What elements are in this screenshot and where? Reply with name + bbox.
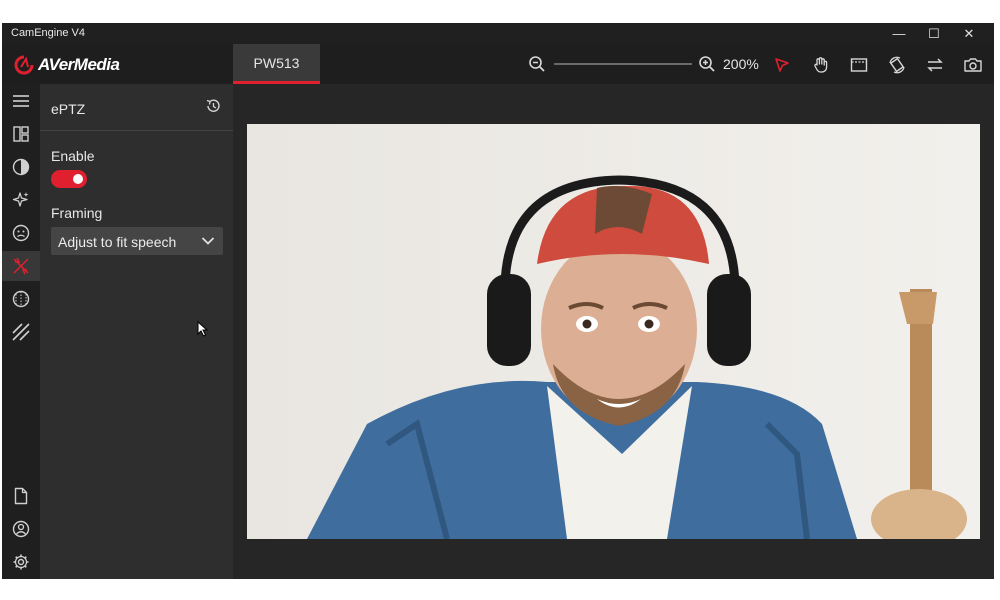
avermedia-logo: AVerMedia	[14, 55, 120, 75]
filter-icon[interactable]	[2, 284, 40, 314]
window-title: CamEngine V4	[11, 27, 85, 39]
maximize-button[interactable]: ☐	[917, 23, 951, 44]
swap-icon[interactable]	[924, 54, 946, 76]
enable-label: Enable	[51, 148, 95, 164]
frame-icon[interactable]	[848, 54, 870, 76]
panel-title: ePTZ	[51, 101, 86, 117]
effects-icon[interactable]	[2, 185, 40, 215]
logo-icon	[14, 55, 34, 75]
framing-value: Adjust to fit speech	[58, 234, 177, 250]
hand-icon[interactable]	[810, 54, 832, 76]
camera-icon[interactable]	[962, 54, 984, 76]
mouse-cursor-icon	[197, 321, 209, 337]
tab-pw513[interactable]: PW513	[233, 44, 320, 84]
close-button[interactable]: ✕	[952, 23, 986, 44]
zoom-out-icon[interactable]	[528, 55, 546, 73]
zoom-slider[interactable]	[554, 63, 692, 65]
zoom-level: 200%	[723, 56, 759, 72]
menu-icon[interactable]	[2, 86, 40, 116]
layout-icon[interactable]	[2, 119, 40, 149]
framing-select[interactable]: Adjust to fit speech	[51, 227, 223, 255]
sidebar	[2, 84, 40, 579]
rotate-icon[interactable]	[886, 54, 908, 76]
file-icon[interactable]	[2, 481, 40, 511]
face-icon[interactable]	[2, 218, 40, 248]
color-icon[interactable]	[2, 152, 40, 182]
top-bar: AVerMedia PW513 200%	[2, 44, 994, 84]
minimize-button[interactable]: —	[882, 23, 916, 44]
pattern-icon[interactable]	[2, 317, 40, 347]
eptz-icon[interactable]	[2, 251, 40, 281]
zoom-in-icon[interactable]	[698, 55, 716, 73]
pointer-icon[interactable]	[771, 54, 793, 76]
panel-divider	[40, 130, 233, 131]
chevron-down-icon	[201, 237, 215, 245]
app-window: CamEngine V4 — ☐ ✕ AVerMedia PW513 200% …	[2, 23, 994, 579]
enable-toggle[interactable]	[51, 170, 87, 188]
account-icon[interactable]	[2, 514, 40, 544]
camera-preview-image	[247, 124, 980, 539]
camera-viewport	[233, 84, 994, 579]
logo-text: AVerMedia	[38, 55, 120, 74]
settings-icon[interactable]	[2, 547, 40, 577]
title-bar: CamEngine V4 — ☐ ✕	[2, 23, 994, 44]
framing-label: Framing	[51, 205, 103, 221]
history-reset-icon[interactable]	[205, 98, 221, 114]
webcam-frame	[247, 124, 980, 539]
toggle-knob	[73, 174, 83, 184]
tab-label: PW513	[253, 54, 300, 71]
